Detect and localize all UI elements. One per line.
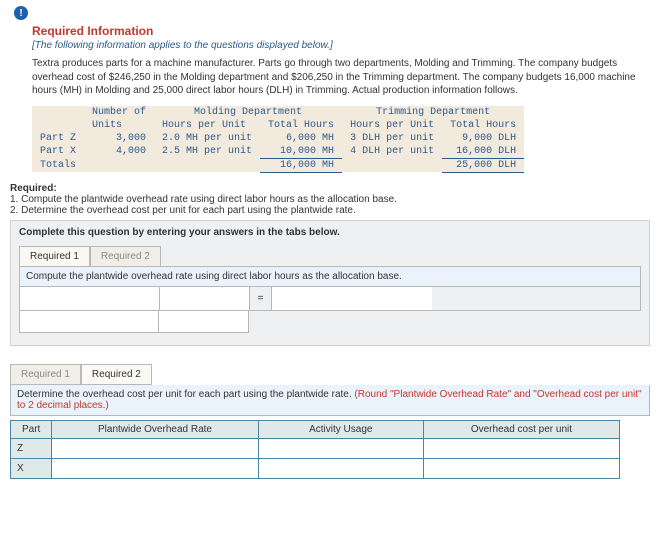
calc-input-b[interactable] [160,287,249,310]
tab-required-2[interactable]: Required 2 [90,246,161,266]
tab-required-2-b[interactable]: Required 2 [81,364,152,385]
ans-hdr-rate: Plantwide Overhead Rate [52,420,258,438]
tab-required-1-b[interactable]: Required 1 [10,364,81,385]
row-mtot: 10,000 MH [260,145,342,159]
row-totals-lbl: Totals [32,158,84,172]
ans-row-part: Z [11,438,52,458]
required-item-2: 2. Determine the overhead cost per unit … [10,205,356,216]
row-totals-t: 25,000 DLH [442,158,524,172]
prompt-2-text: Determine the overhead cost per unit for… [17,389,354,400]
calc-input-a[interactable] [20,287,159,310]
ans-row-part: X [11,458,52,478]
hdr-units-b: Units [84,119,154,132]
body-text: Textra produces parts for a machine manu… [32,57,650,98]
hdr-mold-hpu: Hours per Unit [154,119,260,132]
production-table: Number of Molding Department Trimming De… [32,106,524,173]
row-mhpu: 2.0 MH per unit [154,132,260,145]
hdr-trim-tot: Total Hours [442,119,524,132]
ans-hdr-part: Part [11,420,52,438]
row-units: 4,000 [84,145,154,159]
intro-italic: [The following information applies to th… [32,40,650,51]
hdr-mold-tot: Total Hours [260,119,342,132]
hdr-units-a: Number of [84,106,154,119]
row-units: 3,000 [84,132,154,145]
tabs-lead: Complete this question by entering your … [19,227,641,238]
ans-hdr-cost: Overhead cost per unit [423,420,619,438]
row-part: Part Z [32,132,84,145]
row-ttot: 9,000 DLH [442,132,524,145]
info-icon: ! [14,6,28,20]
answer-box-2: Required 1 Required 2 Determine the over… [10,364,650,479]
prompt-1: Compute the plantwide overhead rate usin… [19,266,641,287]
ans-input-rate-x[interactable] [58,462,251,475]
ans-input-usage-z[interactable] [265,442,417,455]
row-thpu: 3 DLH per unit [342,132,442,145]
calc-input-e[interactable] [159,311,248,332]
calc-row-top: = [19,287,641,311]
answer-box-1: Complete this question by entering your … [10,220,650,346]
required-heading: Required: [10,183,57,194]
required-item-1: 1. Compute the plantwide overhead rate u… [10,194,397,205]
required-title: Required Information [32,24,650,38]
hdr-trim-hpu: Hours per Unit [342,119,442,132]
tab-required-1[interactable]: Required 1 [19,246,90,266]
ans-input-cost-x[interactable] [430,462,613,475]
calc-input-d[interactable] [20,311,158,332]
equals-sign: = [250,287,272,310]
row-mhpu: 2.5 MH per unit [154,145,260,159]
ans-input-usage-x[interactable] [265,462,417,475]
required-block: Required: 1. Compute the plantwide overh… [10,183,650,216]
row-thpu: 4 DLH per unit [342,145,442,159]
row-part: Part X [32,145,84,159]
hdr-molding: Molding Department [154,106,342,119]
row-mtot: 6,000 MH [260,132,342,145]
ans-hdr-usage: Activity Usage [258,420,423,438]
ans-input-rate-z[interactable] [58,442,251,455]
calc-input-c[interactable] [272,287,432,310]
hdr-trimming: Trimming Department [342,106,524,119]
prompt-2: Determine the overhead cost per unit for… [10,385,650,416]
ans-input-cost-z[interactable] [430,442,613,455]
answer-table: Part Plantwide Overhead Rate Activity Us… [10,420,620,479]
row-ttot: 16,000 DLH [442,145,524,159]
row-totals-m: 16,000 MH [260,158,342,172]
